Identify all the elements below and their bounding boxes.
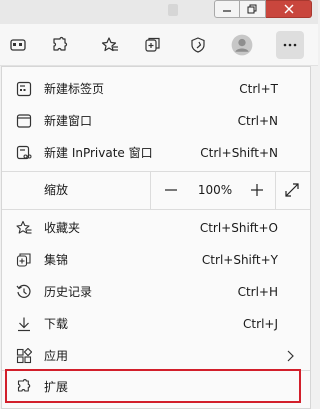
menu-item-new-tab[interactable]: 新建标签页 Ctrl+T (2, 73, 310, 105)
menu-item-shortcut: Ctrl+N (237, 114, 278, 128)
favorites-icon (101, 37, 118, 52)
menu-item-label: 新建窗口 (44, 114, 93, 128)
restore-button[interactable] (240, 0, 266, 18)
settings-and-more-button[interactable] (276, 31, 304, 59)
collections-split-button[interactable] (4, 31, 32, 59)
menu-item-label: 应用 (44, 349, 69, 363)
chevron-right-icon (287, 350, 294, 362)
inprivate-icon (16, 145, 32, 161)
menu-item-shortcut: Ctrl+Shift+O (199, 221, 278, 235)
new-window-icon (16, 113, 32, 129)
menu-item-new-inprivate[interactable]: 新建 InPrivate 窗口 Ctrl+Shift+N (2, 137, 310, 169)
zoom-in-button[interactable] (245, 178, 269, 202)
title-bar (0, 0, 318, 24)
profile-button[interactable] (228, 31, 256, 59)
menu-item-shortcut: Ctrl+Shift+Y (201, 253, 278, 267)
zoom-controls: 100% (150, 171, 276, 209)
more-icon (283, 43, 297, 47)
plus-icon (251, 184, 263, 196)
browser-essentials-button[interactable] (184, 31, 212, 59)
tab-ghost-icon (168, 4, 178, 16)
settings-menu: 新建标签页 Ctrl+T 新建窗口 Ctrl+N 新建 InPrivate 窗口… (1, 66, 311, 409)
menu-item-label: 收藏夹 (44, 221, 81, 235)
restore-icon (247, 4, 257, 13)
menu-item-history[interactable]: 历史记录 Ctrl+H (2, 276, 310, 308)
favorites-toolbar-button[interactable] (96, 31, 124, 59)
minus-icon (165, 189, 177, 191)
menu-item-shortcut: Ctrl+T (239, 82, 278, 96)
menu-item-label: 下载 (44, 317, 69, 331)
browser-toolbar (0, 24, 318, 66)
menu-item-shortcut: Ctrl+Shift+N (200, 146, 278, 160)
extensions-highlight-box (5, 369, 301, 403)
new-tab-icon (16, 81, 32, 97)
menu-item-label: 历史记录 (44, 285, 93, 299)
minimize-button[interactable] (214, 0, 240, 18)
menu-item-downloads[interactable]: 下载 Ctrl+J (2, 308, 310, 340)
profile-avatar (231, 34, 253, 56)
fullscreen-icon (285, 183, 299, 197)
menu-divider (2, 209, 310, 210)
zoom-level: 100% (197, 183, 233, 197)
menu-item-shortcut: Ctrl+H (237, 285, 278, 299)
apps-icon (16, 348, 32, 364)
menu-item-favorites[interactable]: 收藏夹 Ctrl+Shift+O (2, 212, 310, 244)
close-window-button[interactable] (266, 0, 312, 18)
history-icon (16, 284, 32, 300)
zoom-label: 缩放 (44, 183, 69, 197)
extensions-toolbar-button[interactable] (46, 31, 74, 59)
collections-toolbar-button[interactable] (139, 31, 167, 59)
favorites-icon (16, 220, 32, 236)
menu-item-label: 新建标签页 (44, 82, 105, 96)
zoom-out-button[interactable] (159, 178, 183, 202)
collections-icon (16, 252, 32, 268)
menu-item-new-window[interactable]: 新建窗口 Ctrl+N (2, 105, 310, 137)
collections-split-icon (10, 39, 26, 51)
close-icon (284, 4, 293, 14)
extensions-icon (53, 36, 68, 51)
menu-item-label: 集锦 (44, 253, 69, 267)
fullscreen-button[interactable] (284, 182, 300, 198)
menu-item-collections[interactable]: 集锦 Ctrl+Shift+Y (2, 244, 310, 276)
zoom-row: 缩放 100% (2, 171, 310, 209)
collections-icon (145, 37, 160, 52)
browser-essentials-icon (191, 37, 205, 53)
menu-item-label: 新建 InPrivate 窗口 (44, 146, 153, 160)
menu-item-apps[interactable]: 应用 (2, 340, 310, 372)
download-icon (16, 316, 32, 332)
minimize-icon (223, 10, 231, 12)
menu-item-shortcut: Ctrl+J (243, 317, 278, 331)
